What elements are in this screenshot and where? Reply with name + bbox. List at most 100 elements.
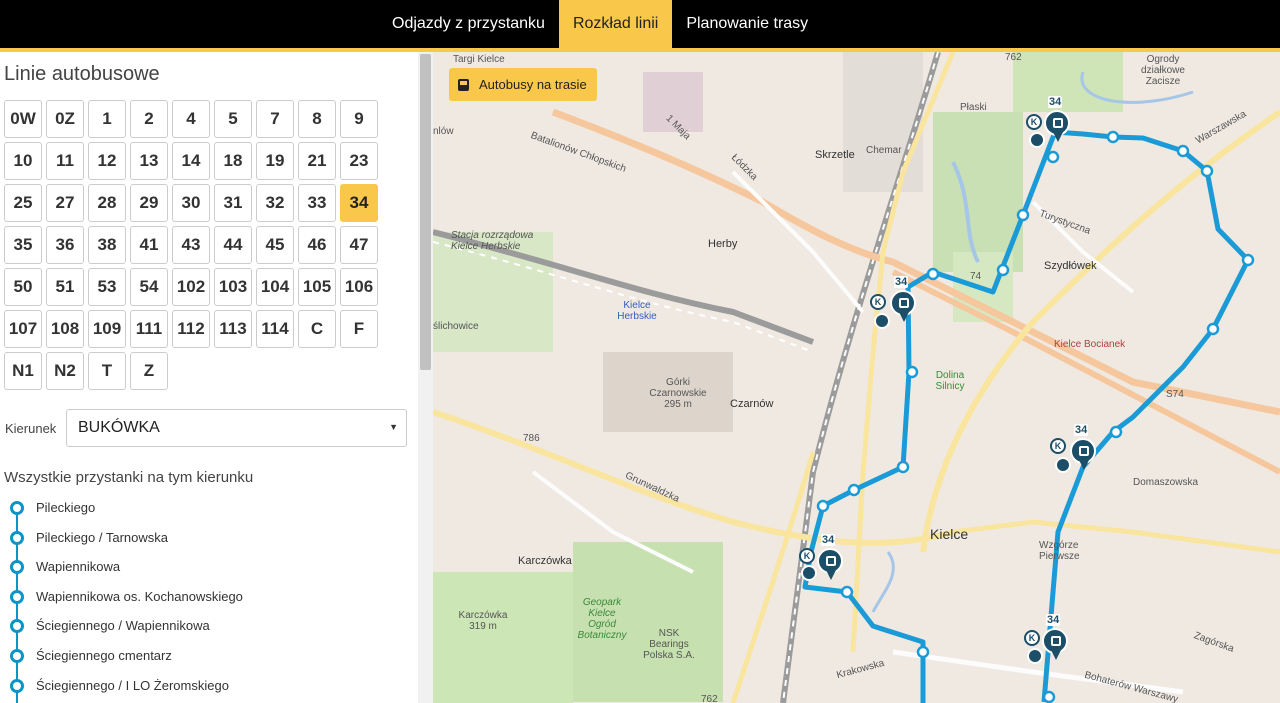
line-button-108[interactable]: 108 [46,310,84,348]
line-button-f[interactable]: F [340,310,378,348]
stop-name: Pileckiego [36,500,96,515]
line-button-45[interactable]: 45 [256,226,294,264]
line-button-111[interactable]: 111 [130,310,168,348]
map-label: Kielce Bocianek [1054,339,1126,350]
bus-marker[interactable]: 34 [1044,96,1072,142]
bus-marker[interactable]: 34 [1042,614,1070,660]
bus-marker[interactable]: 34 [1070,424,1098,470]
sidebar-scrollbar[interactable] [418,52,433,703]
stop-dot-icon [10,560,24,575]
nav-tab-line-schedule[interactable]: Rozkład linii [558,0,673,48]
line-button-35[interactable]: 35 [4,226,42,264]
k-badge-icon: K [1050,438,1066,454]
line-button-2[interactable]: 2 [130,100,168,138]
line-button-30[interactable]: 30 [172,184,210,222]
line-button-113[interactable]: 113 [214,310,252,348]
line-button-50[interactable]: 50 [4,268,42,306]
line-button-21[interactable]: 21 [298,142,336,180]
top-navigation-bar: Odjazdy z przystanku Rozkład linii Plano… [0,0,1280,48]
map-label: Chemar [866,145,902,156]
buses-on-route-button[interactable]: Autobusy na trasie [449,68,597,101]
line-button-54[interactable]: 54 [130,268,168,306]
stop-list-item[interactable]: Pileckiego / Tarnowska [0,523,418,553]
line-button-13[interactable]: 13 [130,142,168,180]
line-button-107[interactable]: 107 [4,310,42,348]
line-button-36[interactable]: 36 [46,226,84,264]
line-button-8[interactable]: 8 [298,100,336,138]
line-button-28[interactable]: 28 [88,184,126,222]
line-button-t[interactable]: T [88,352,126,390]
map-label: Karczówka 319 m [458,610,508,632]
stop-list-item[interactable]: Pileckiego [0,493,418,523]
bus-marker[interactable]: 34 [890,276,918,322]
line-button-c[interactable]: C [298,310,336,348]
line-button-102[interactable]: 102 [172,268,210,306]
line-button-z[interactable]: Z [130,352,168,390]
line-button-29[interactable]: 29 [130,184,168,222]
line-button-51[interactable]: 51 [46,268,84,306]
direction-arrow-icon [874,313,890,329]
line-button-14[interactable]: 14 [172,142,210,180]
line-button-34[interactable]: 34 [340,184,378,222]
stop-name: Ściegiennego / I LO Żeromskiego [36,677,229,693]
line-button-23[interactable]: 23 [340,142,378,180]
bus-marker[interactable]: 34 [817,534,845,580]
line-button-4[interactable]: 4 [172,100,210,138]
line-button-103[interactable]: 103 [214,268,252,306]
line-button-0w[interactable]: 0W [4,100,42,138]
stop-list-item[interactable]: Ściegiennego / I LO Żeromskiego [0,671,418,701]
line-button-18[interactable]: 18 [214,142,252,180]
line-button-41[interactable]: 41 [130,226,168,264]
k-badge-icon: K [870,294,886,310]
stop-name: Ściegiennego cmentarz [36,647,172,663]
line-button-25[interactable]: 25 [4,184,42,222]
scrollbar-thumb[interactable] [420,54,431,370]
direction-arrow-icon [1029,132,1045,148]
line-button-12[interactable]: 12 [88,142,126,180]
line-button-46[interactable]: 46 [298,226,336,264]
line-button-9[interactable]: 9 [340,100,378,138]
nav-tab-departures[interactable]: Odjazdy z przystanku [378,0,559,48]
line-button-32[interactable]: 32 [256,184,294,222]
line-button-7[interactable]: 7 [256,100,294,138]
direction-select[interactable]: BUKÓWKA ▼ [66,409,407,447]
stop-dot-icon [10,619,24,634]
bus-line-number: 34 [1046,614,1061,626]
line-button-0z[interactable]: 0Z [46,100,84,138]
line-button-114[interactable]: 114 [256,310,294,348]
main-nav: Odjazdy z przystanku Rozkład linii Plano… [378,0,822,48]
nav-tab-route-planning[interactable]: Planowanie trasy [672,0,822,48]
line-button-44[interactable]: 44 [214,226,252,264]
bus-line-number: 34 [1074,424,1089,436]
line-button-27[interactable]: 27 [46,184,84,222]
direction-label: Kierunek [5,421,57,436]
line-button-53[interactable]: 53 [88,268,126,306]
line-button-11[interactable]: 11 [46,142,84,180]
line-button-105[interactable]: 105 [298,268,336,306]
line-button-10[interactable]: 10 [4,142,42,180]
line-button-112[interactable]: 112 [172,310,210,348]
map-label: Kielce Herbskie [617,300,657,322]
line-button-33[interactable]: 33 [298,184,336,222]
line-button-5[interactable]: 5 [214,100,252,138]
stop-list-item[interactable]: Wapiennikowa [0,552,418,582]
line-button-104[interactable]: 104 [256,268,294,306]
line-button-109[interactable]: 109 [88,310,126,348]
sidebar-title: Linie autobusowe [4,63,160,85]
garden-area [1013,52,1123,112]
line-button-n1[interactable]: N1 [4,352,42,390]
line-button-43[interactable]: 43 [172,226,210,264]
line-button-19[interactable]: 19 [256,142,294,180]
line-button-106[interactable]: 106 [340,268,378,306]
stop-name: Pileckiego / Tarnowska [36,529,168,545]
line-button-47[interactable]: 47 [340,226,378,264]
line-button-38[interactable]: 38 [88,226,126,264]
map-view[interactable]: Targi Kielce Ogrody działkowe Zacisze Pł… [433,52,1280,703]
stop-name: Wapiennikowa os. Kochanowskiego [36,588,243,604]
stop-list-item[interactable]: Ściegiennego cmentarz [0,641,418,671]
stop-list-item[interactable]: Wapiennikowa os. Kochanowskiego [0,582,418,612]
line-button-n2[interactable]: N2 [46,352,84,390]
stop-list-item[interactable]: Ściegiennego / Wapiennikowa [0,611,418,641]
line-button-31[interactable]: 31 [214,184,252,222]
line-button-1[interactable]: 1 [88,100,126,138]
